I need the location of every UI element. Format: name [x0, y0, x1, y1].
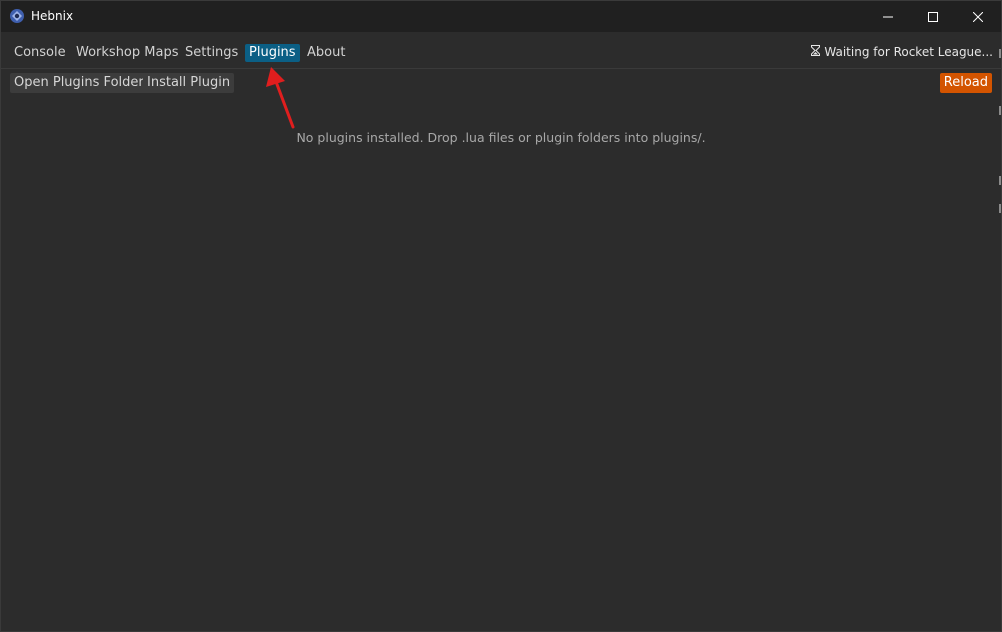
- title-bar[interactable]: Hebnix: [1, 1, 1001, 32]
- connection-status: Waiting for Rocket League...: [811, 45, 993, 59]
- tab-workshop-maps[interactable]: Workshop Maps: [72, 44, 182, 62]
- app-logo-icon: [9, 8, 25, 24]
- edge-marker: [999, 176, 1001, 185]
- edge-marker: [999, 49, 1001, 58]
- window-title: Hebnix: [31, 9, 74, 23]
- tab-about[interactable]: About: [303, 44, 349, 62]
- edge-marker: [999, 204, 1001, 213]
- close-button[interactable]: [955, 1, 1001, 32]
- tab-settings[interactable]: Settings: [181, 44, 242, 62]
- open-plugins-folder-button[interactable]: Open Plugins Folder: [10, 73, 148, 93]
- menu-bar: Console Workshop Maps Settings Plugins A…: [1, 32, 1001, 69]
- tab-console[interactable]: Console: [10, 44, 70, 62]
- hourglass-icon: [811, 45, 821, 59]
- close-icon: [973, 11, 983, 22]
- minimize-button[interactable]: [865, 1, 911, 32]
- reload-button[interactable]: Reload: [939, 73, 992, 93]
- install-plugin-button[interactable]: Install Plugin: [143, 73, 235, 93]
- app-window: Hebnix Console Workshop Maps Settings Pl…: [0, 0, 1002, 632]
- maximize-button[interactable]: [910, 1, 956, 32]
- annotation-arrow-icon: [266, 67, 295, 129]
- empty-plugins-message: No plugins installed. Drop .lua files or…: [296, 130, 706, 145]
- minimize-icon: [883, 16, 893, 17]
- tab-plugins[interactable]: Plugins: [245, 44, 300, 62]
- status-text: Waiting for Rocket League...: [824, 45, 993, 59]
- maximize-icon: [928, 11, 938, 22]
- edge-marker: [999, 106, 1001, 115]
